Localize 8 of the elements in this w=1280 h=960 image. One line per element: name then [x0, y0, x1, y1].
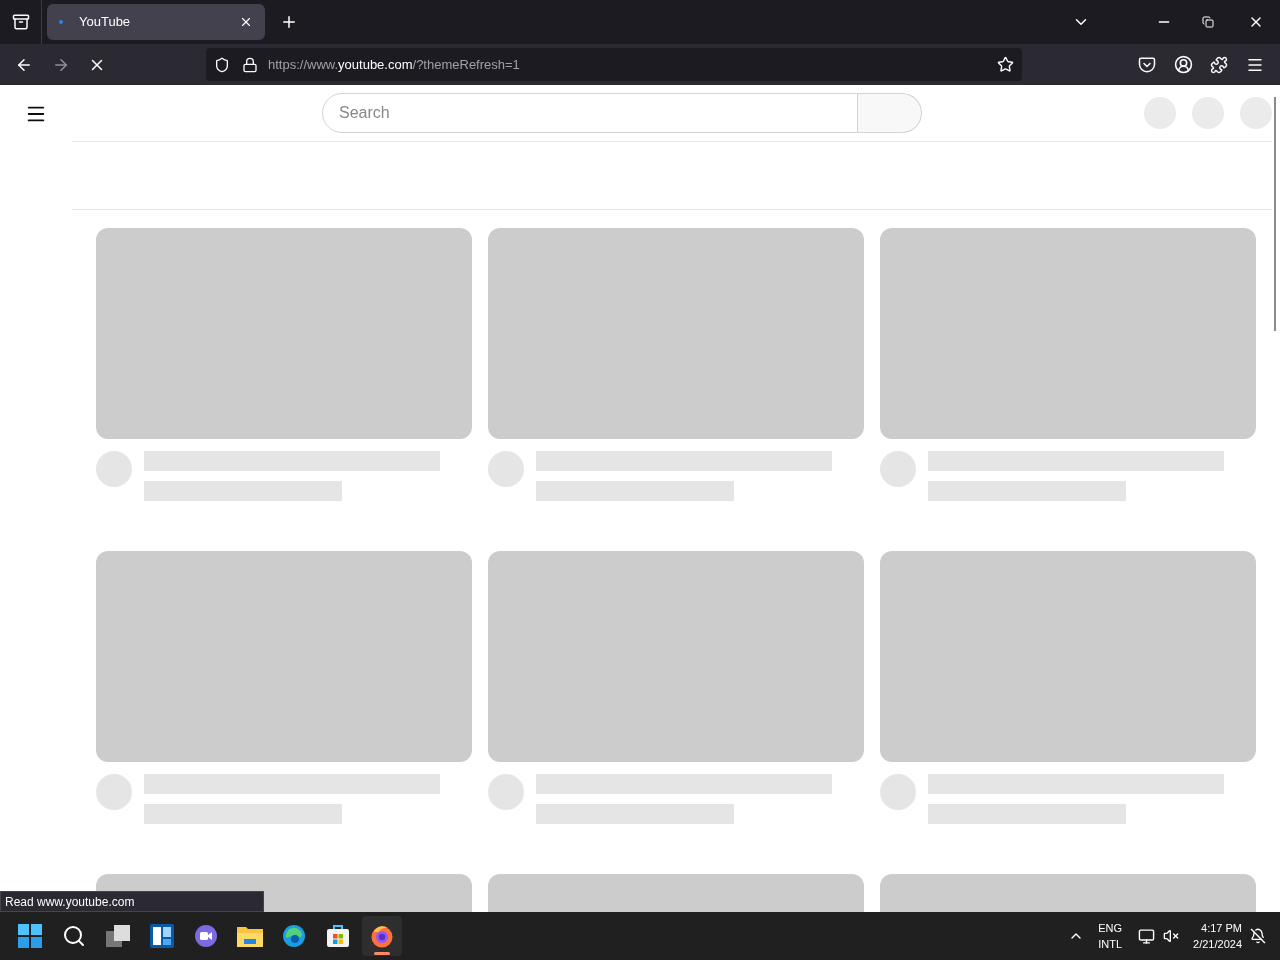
search-field[interactable]: Search	[322, 93, 858, 133]
address-bar[interactable]: https://www.youtube.com/?themeRefresh=1	[206, 48, 1022, 81]
clock[interactable]: 4:17 PM 2/21/2024	[1193, 920, 1242, 952]
language-indicator[interactable]: ENG INTL	[1098, 920, 1123, 952]
tab-title: YouTube	[79, 13, 132, 32]
status-tooltip: Read www.youtube.com	[0, 891, 264, 912]
url-text: https://www.youtube.com/?themeRefresh=1	[268, 55, 520, 74]
browser-tab[interactable]: YouTube	[47, 4, 265, 40]
